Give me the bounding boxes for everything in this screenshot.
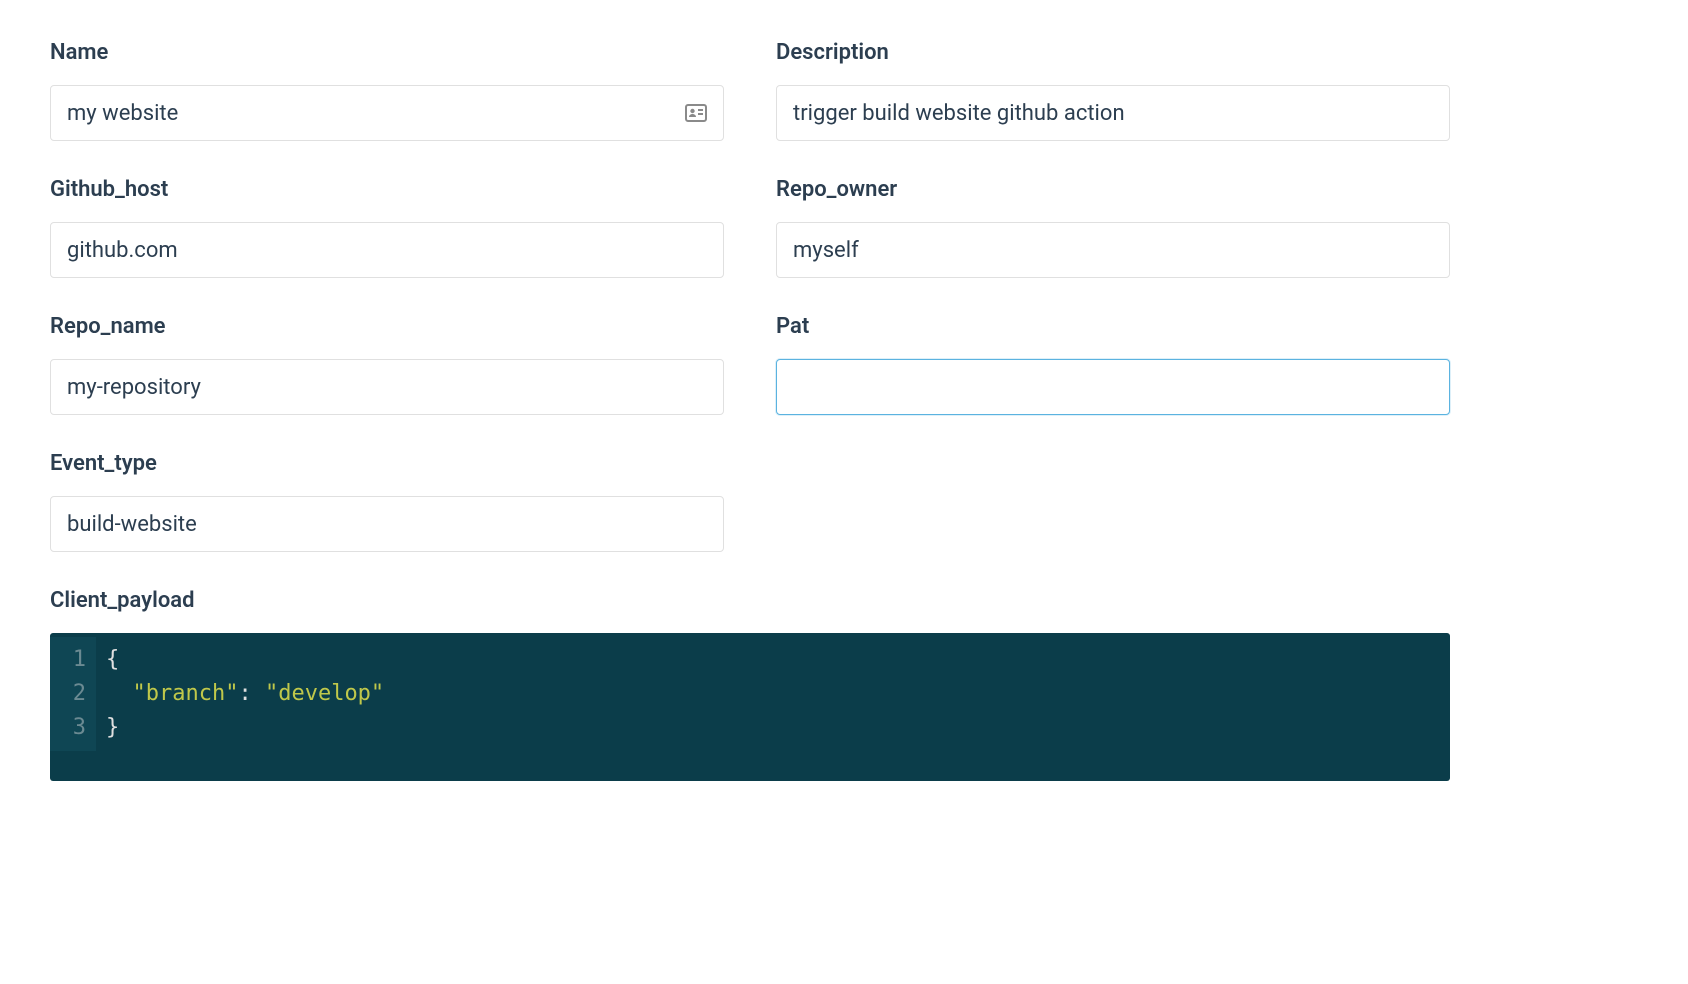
- repo-owner-input[interactable]: [776, 222, 1450, 278]
- github-host-input-wrapper: [50, 222, 724, 278]
- repo-name-label: Repo_name: [50, 314, 724, 339]
- repo-owner-label: Repo_owner: [776, 177, 1450, 202]
- form-grid: Name Description Github_host: [50, 40, 1450, 781]
- event-type-input-wrapper: [50, 496, 724, 552]
- code-line-3: }: [106, 711, 384, 745]
- name-label: Name: [50, 40, 724, 65]
- repo-name-input-wrapper: [50, 359, 724, 415]
- field-event-type: Event_type: [50, 451, 724, 552]
- line-number: 3: [64, 711, 86, 745]
- json-value: "develop": [265, 681, 384, 706]
- pat-input-wrapper: [776, 359, 1450, 415]
- contact-card-icon: [684, 101, 708, 125]
- event-type-label: Event_type: [50, 451, 724, 476]
- pat-label: Pat: [776, 314, 1450, 339]
- client-payload-editor[interactable]: 1 2 3 { "branch": "develop" }: [50, 633, 1450, 781]
- field-description: Description: [776, 40, 1450, 141]
- github-host-label: Github_host: [50, 177, 724, 202]
- json-colon: :: [238, 681, 265, 706]
- name-input[interactable]: [50, 85, 724, 141]
- code-gutter: 1 2 3: [50, 637, 96, 751]
- event-type-input[interactable]: [50, 496, 724, 552]
- field-client-payload: Client_payload 1 2 3 { "branch": "develo…: [50, 588, 1450, 781]
- brace-close: }: [106, 715, 119, 740]
- brace-open: {: [106, 647, 119, 672]
- client-payload-label: Client_payload: [50, 588, 1450, 613]
- field-name: Name: [50, 40, 724, 141]
- field-repo-owner: Repo_owner: [776, 177, 1450, 278]
- description-input-wrapper: [776, 85, 1450, 141]
- code-content[interactable]: { "branch": "develop" }: [96, 637, 394, 751]
- github-host-input[interactable]: [50, 222, 724, 278]
- field-repo-name: Repo_name: [50, 314, 724, 415]
- line-number: 2: [64, 677, 86, 711]
- field-github-host: Github_host: [50, 177, 724, 278]
- pat-input[interactable]: [776, 359, 1450, 415]
- name-input-wrapper: [50, 85, 724, 141]
- line-number: 1: [64, 643, 86, 677]
- field-pat: Pat: [776, 314, 1450, 415]
- description-label: Description: [776, 40, 1450, 65]
- repo-name-input[interactable]: [50, 359, 724, 415]
- code-line-1: {: [106, 643, 384, 677]
- repo-owner-input-wrapper: [776, 222, 1450, 278]
- empty-cell: [776, 451, 1450, 552]
- json-key: "branch": [133, 681, 239, 706]
- code-line-2: "branch": "develop": [106, 677, 384, 711]
- description-input[interactable]: [776, 85, 1450, 141]
